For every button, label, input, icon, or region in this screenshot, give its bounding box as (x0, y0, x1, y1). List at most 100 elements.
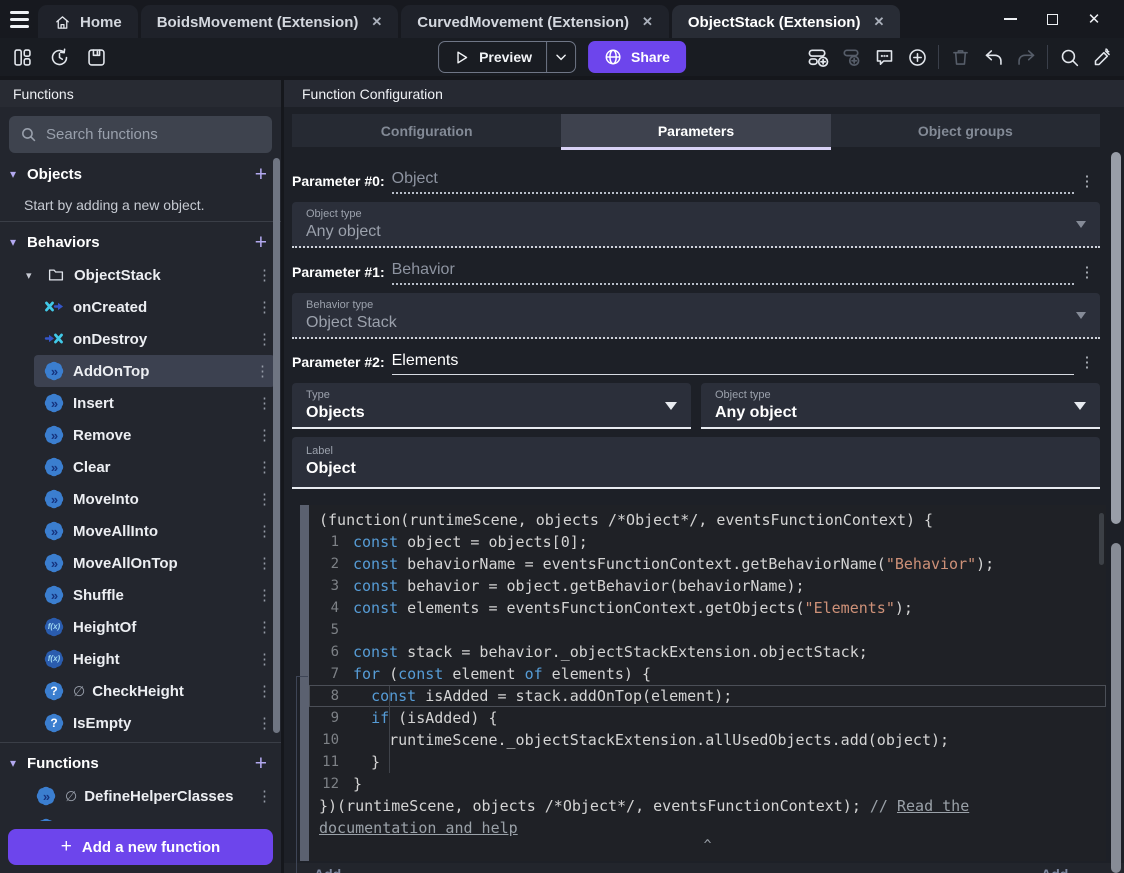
code-line-5[interactable]: 5 (309, 619, 1106, 641)
circle-plus-icon[interactable] (905, 45, 929, 69)
code-line-3[interactable]: 3 const behavior = object.getBehavior(beh… (309, 575, 1106, 597)
dropdown-object-type[interactable]: Object type Any object (292, 202, 1100, 248)
comment-icon[interactable] (872, 45, 896, 69)
function-item-checkheight[interactable]: ? ∅ CheckHeight ⋮ (0, 675, 281, 707)
add-icon[interactable]: + (255, 164, 267, 185)
kebab-menu-icon[interactable]: ⋮ (257, 266, 272, 284)
text-field-label[interactable]: Label Object (292, 437, 1100, 489)
minimize-button[interactable] (996, 6, 1024, 32)
tab-object-groups[interactable]: Object groups (830, 114, 1100, 147)
maximize-button[interactable] (1038, 6, 1066, 32)
function-item-moveinto[interactable]: » MoveInto ⋮ (0, 483, 281, 515)
kebab-menu-icon[interactable]: ⋮ (257, 458, 272, 476)
code-line-1[interactable]: 1 const object = objects[0]; (309, 531, 1106, 553)
section-objects[interactable]: ▾ Objects + (0, 157, 281, 191)
section-functions[interactable]: ▾ Functions + (0, 746, 281, 780)
kebab-menu-icon[interactable]: ⋮ (257, 394, 272, 412)
save-icon[interactable] (84, 45, 108, 69)
kebab-menu-icon[interactable]: ⋮ (257, 819, 272, 821)
event-drag-handle[interactable] (300, 505, 309, 861)
code-line-2[interactable]: 2 const behaviorName = eventsFunctionCont… (309, 553, 1106, 575)
share-button[interactable]: Share (588, 41, 686, 73)
preview-button[interactable]: Preview (438, 41, 577, 73)
close-button[interactable]: ✕ (1080, 6, 1108, 32)
code-line-10[interactable]: 10 runtimeScene._objectStackExtension.al… (309, 729, 1106, 751)
events-scrollbar[interactable] (1111, 543, 1121, 873)
tab-parameters[interactable]: Parameters (561, 114, 831, 150)
tab-home[interactable]: Home (38, 5, 138, 38)
caret-down-icon[interactable]: ▾ (10, 235, 27, 249)
menu-hamburger-icon[interactable] (0, 0, 38, 38)
panels-icon[interactable] (10, 45, 34, 69)
function-item-height[interactable]: f(x) Height ⋮ (0, 643, 281, 675)
code-line-6[interactable]: 6 const stack = behavior._objectStackExte… (309, 641, 1106, 663)
kebab-menu-icon[interactable]: ⋮ (257, 554, 272, 572)
function-item-oncreated[interactable]: onCreated ⋮ (0, 291, 281, 323)
close-icon[interactable]: ✕ (371, 14, 382, 30)
section-behaviors[interactable]: ▾ Behaviors + (0, 225, 281, 259)
function-item-clear[interactable]: » Clear ⋮ (0, 451, 281, 483)
kebab-menu-icon[interactable]: ⋮ (1074, 353, 1100, 375)
add-link-partial[interactable]: Add... (314, 866, 353, 873)
undo-icon[interactable] (981, 45, 1005, 69)
tab-objectstack-extension[interactable]: ObjectStack (Extension) ✕ (671, 5, 901, 38)
function-item-shuffle[interactable]: » Shuffle ⋮ (0, 579, 281, 611)
function-item-heightof[interactable]: f(x) HeightOf ⋮ (0, 611, 281, 643)
add-event-icon[interactable] (806, 45, 830, 69)
function-item-moveallinto[interactable]: » MoveAllInto ⋮ (0, 515, 281, 547)
kebab-menu-icon[interactable]: ⋮ (257, 650, 272, 668)
tab-curvedmovement-extension[interactable]: CurvedMovement (Extension) ✕ (401, 5, 669, 38)
search-icon[interactable] (1057, 45, 1081, 69)
caret-down-icon[interactable]: ▾ (10, 756, 27, 770)
code-line-9[interactable]: 9 if (isAdded) { (309, 707, 1106, 729)
function-item-moveallontop[interactable]: » MoveAllOnTop ⋮ (0, 547, 281, 579)
code-line-11[interactable]: 11 } (309, 751, 1106, 773)
function-item-ondestroy[interactable]: onDestroy ⋮ (0, 323, 281, 355)
dropdown-behavior-type[interactable]: Behavior type Object Stack (292, 293, 1100, 339)
search-functions-box[interactable] (9, 116, 272, 153)
preview-dropdown-button[interactable] (547, 50, 575, 64)
function-item-addontop[interactable]: » AddOnTop ⋮ (34, 355, 275, 387)
code-line-4[interactable]: 4 const elements = eventsFunctionContext.… (309, 597, 1106, 619)
dropdown-object-type[interactable]: Object type Any object (701, 383, 1100, 429)
caret-down-icon[interactable]: ▾ (10, 167, 27, 181)
parameter-name-field[interactable]: Elements (391, 352, 1074, 375)
dropdown-type[interactable]: Type Objects (292, 383, 691, 429)
tab-configuration[interactable]: Configuration (292, 114, 562, 147)
add-new-function-button[interactable]: + Add a new function (8, 829, 273, 865)
kebab-menu-icon[interactable]: ⋮ (257, 330, 272, 348)
kebab-menu-icon[interactable]: ⋮ (257, 490, 272, 508)
function-item-remove[interactable]: » Remove ⋮ (0, 419, 281, 451)
kebab-menu-icon[interactable]: ⋮ (257, 298, 272, 316)
function-item-containsbetween[interactable]: ? ContainsBetween ⋮ (0, 812, 281, 821)
kebab-menu-icon[interactable]: ⋮ (257, 682, 272, 700)
sidebar-scrollbar[interactable] (273, 158, 280, 733)
add-icon[interactable]: + (255, 753, 267, 774)
pen-icon[interactable] (1090, 45, 1114, 69)
function-item-isempty[interactable]: ? IsEmpty ⋮ (0, 707, 281, 739)
kebab-menu-icon[interactable]: ⋮ (257, 426, 272, 444)
tab-boidsmovement-extension[interactable]: BoidsMovement (Extension) ✕ (140, 5, 399, 38)
kebab-menu-icon[interactable]: ⋮ (257, 618, 272, 636)
kebab-menu-icon[interactable]: ⋮ (255, 362, 270, 380)
kebab-menu-icon[interactable]: ⋮ (1074, 172, 1100, 194)
close-icon[interactable]: ✕ (642, 14, 653, 30)
history-icon[interactable] (47, 45, 71, 69)
close-icon[interactable]: ✕ (873, 14, 884, 30)
parameters-scrollbar[interactable] (1111, 152, 1121, 524)
kebab-menu-icon[interactable]: ⋮ (257, 714, 272, 732)
add-icon[interactable]: + (255, 232, 267, 253)
kebab-menu-icon[interactable]: ⋮ (257, 787, 272, 805)
kebab-menu-icon[interactable]: ⋮ (257, 522, 272, 540)
expand-editor-icon[interactable]: ^ (309, 839, 1106, 855)
code-editor-scrollbar[interactable] (1099, 513, 1104, 565)
search-functions-input[interactable] (46, 126, 261, 143)
caret-down-icon[interactable]: ▾ (26, 269, 38, 282)
function-item-insert[interactable]: » Insert ⋮ (0, 387, 281, 419)
add-link-partial[interactable]: Add... (1041, 866, 1080, 873)
folder-objectstack[interactable]: ▾ ObjectStack ⋮ (0, 259, 281, 291)
kebab-menu-icon[interactable]: ⋮ (257, 586, 272, 604)
function-item-definehelperclasses[interactable]: » ∅ DefineHelperClasses ⋮ (0, 780, 281, 812)
code-line-8[interactable]: 8 const isAdded = stack.addOnTop(element… (309, 685, 1106, 707)
code-editor[interactable]: (function(runtimeScene, objects /*Object… (309, 505, 1106, 861)
